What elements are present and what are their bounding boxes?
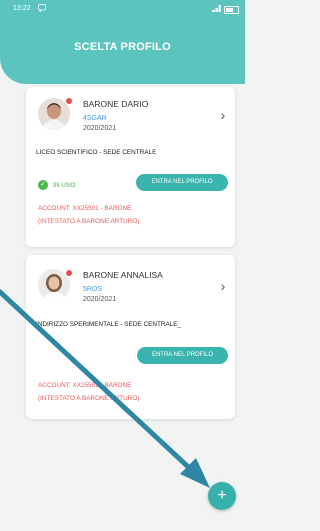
in-use-label: IN USO [53, 181, 76, 189]
account-info: ACCOUNT: XX25501 - BARONE (INTESTATO A B… [38, 379, 139, 405]
battery-icon [224, 5, 239, 14]
enter-profile-button[interactable]: ENTRA NEL PROFILO [136, 174, 228, 191]
status-dot [65, 97, 73, 105]
school-name: LICEO SCIENTIFICO - SEDE CENTRALE [36, 149, 157, 156]
profile-card-dario[interactable]: BARONE DARIO 4SGAR 2020/2021 › LICEO SCI… [26, 87, 235, 247]
plus-icon: + [217, 487, 227, 504]
account-id: ACCOUNT: XX25501 - BARONE [38, 382, 132, 389]
student-name: BARONE DARIO [83, 99, 149, 109]
account-info: ACCOUNT: XX25501 - BARONE (INTESTATO A B… [38, 202, 139, 228]
status-icons [212, 5, 239, 14]
profile-card-annalisa[interactable]: BARONE ANNALISA 5ROS 2020/2021 › INDIRIZ… [26, 255, 235, 419]
in-use-badge: ✓ IN USO [38, 180, 75, 190]
school-name: INDIRIZZO SPERIMENTALE - SEDE CENTRALE_ [36, 321, 182, 328]
student-class: 5ROS [83, 286, 103, 293]
school-year: 2020/2021 [83, 125, 117, 132]
check-icon: ✓ [38, 180, 48, 190]
status-bar: 13:22 [0, 0, 245, 20]
page-title: SCELTA PROFILO [74, 41, 171, 53]
account-holder: (INTESTATO A BARONE ARTURO) [38, 218, 140, 225]
signal-icon [212, 5, 221, 14]
chevron-right-icon[interactable]: › [216, 278, 230, 294]
chevron-right-icon[interactable]: › [216, 107, 230, 123]
school-year: 2020/2021 [83, 296, 117, 303]
app-header: 13:22 SCELTA PROFILO [0, 0, 245, 84]
account-holder: (INTESTATO A BARONE ARTURO) [38, 395, 140, 402]
status-dot [65, 269, 73, 277]
chat-notification-icon [38, 4, 46, 14]
student-class: 4SGAR [83, 115, 107, 122]
add-profile-button[interactable]: + [208, 482, 236, 510]
student-name: BARONE ANNALISA [83, 270, 163, 280]
account-id: ACCOUNT: XX25501 - BARONE [38, 205, 132, 212]
enter-profile-button[interactable]: ENTRA NEL PROFILO [137, 347, 228, 364]
status-time: 13:22 [13, 5, 31, 12]
